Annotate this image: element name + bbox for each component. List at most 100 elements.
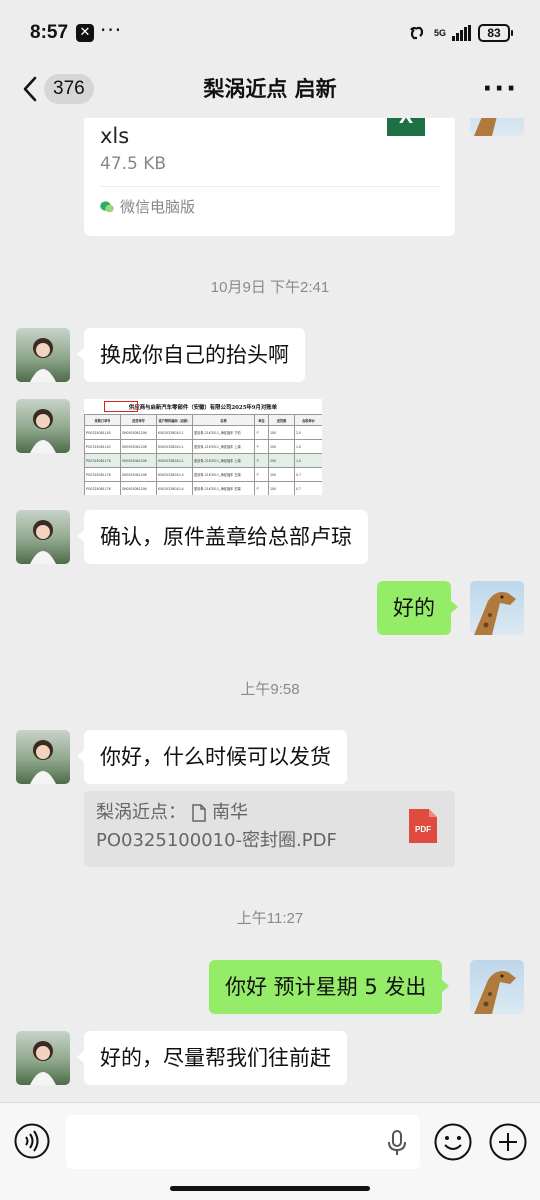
file-message-card[interactable]: xls 47.5 KB X 微信电脑版: [84, 118, 455, 236]
table-cell: K502032B010-1: [156, 425, 193, 440]
statement-table: 采购订单号 送货单号 客户物料编码（启新） 名称 单位 送货数 含税单价 PO0…: [84, 414, 322, 495]
home-indicator: [170, 1186, 370, 1191]
table-cell: PO0325081145: [84, 439, 121, 454]
timestamp: 上午11:27: [236, 910, 304, 927]
giraffe-avatar-icon: [474, 118, 497, 136]
battery-icon: 83: [478, 24, 513, 42]
file-divider: [100, 186, 439, 187]
table-header-cell: 含税单价: [294, 414, 322, 426]
file-name: xls: [100, 124, 130, 148]
table-row: PO0325081145 SH0925081206 K502032B010-1 密封条…: [84, 425, 322, 440]
girl-avatar-icon: [30, 740, 56, 784]
file-size-label: 47.5 KB: [100, 154, 167, 174]
table-cell: K502032B010-4: [156, 481, 193, 495]
wechat-icon: [100, 200, 114, 212]
quote-file-name: 南华: [212, 802, 248, 823]
highlight-box: [104, 401, 138, 412]
table-cell: 0.7: [294, 481, 322, 495]
link-icon: [410, 26, 423, 40]
message-bubble-self[interactable]: 你好 预计星期 5 发出: [209, 960, 450, 1014]
timestamp: 10月9日 下午2:41: [210, 279, 330, 296]
avatar-contact[interactable]: [16, 328, 70, 382]
table-cell: 密封条-21K3511_海尼福车 右端: [192, 481, 255, 495]
table-cell: SH0925081206: [120, 453, 157, 468]
table-cell: SH0925081206: [120, 425, 157, 440]
table-cell: K502032B010-4: [156, 467, 193, 482]
table-cell: 100: [268, 467, 295, 482]
table-cell: PO0325081176: [84, 481, 121, 495]
table-cell: 2.0: [294, 425, 322, 440]
avatar-contact[interactable]: [16, 510, 70, 564]
quote-sender: 梨涡近点：: [96, 802, 186, 823]
avatar-self[interactable]: [470, 960, 524, 1014]
giraffe-avatar-icon: [474, 971, 516, 1014]
table-header-cell: 送货单号: [120, 414, 157, 426]
table-header-row: 采购订单号 送货单号 客户物料编码（启新） 名称 单位 送货数 含税单价: [84, 414, 322, 426]
chat-header: 376 梨涡近点 启新 ···: [0, 60, 540, 118]
file-source-label: 微信电脑版: [120, 198, 196, 216]
pdf-file-icon: PDF: [409, 809, 437, 843]
table-cell: 1.0: [294, 453, 322, 468]
message-bubble[interactable]: 换成你自己的抬头啊: [77, 328, 305, 382]
table-cell: 个: [254, 453, 269, 468]
plus-icon[interactable]: [489, 1123, 527, 1161]
quoted-file-block[interactable]: 梨涡近点： 南华 PO0325100010-密封圈.PDF PDF: [84, 791, 455, 867]
emoji-icon[interactable]: [434, 1123, 472, 1161]
table-cell: 个: [254, 425, 269, 440]
status-bar: 8:57 ✕ ··· 5G 83: [0, 0, 540, 66]
message-input[interactable]: [66, 1115, 420, 1169]
chat-title: 梨涡近点 启新: [203, 77, 337, 101]
message-list[interactable]: xls 47.5 KB X 微信电脑版 10月9日 下午2:41 换成你自己的抬…: [0, 118, 540, 1102]
voice-icon[interactable]: [14, 1123, 50, 1159]
avatar-contact[interactable]: [16, 1031, 70, 1085]
more-options-icon[interactable]: ···: [482, 76, 518, 102]
table-header-cell: 送货数: [268, 414, 295, 426]
table-cell: 个: [254, 481, 269, 495]
table-cell: 100: [268, 439, 295, 454]
xls-file-icon: X: [387, 118, 425, 136]
table-cell: K502032B010-1: [156, 453, 193, 468]
message-bubble-self[interactable]: 好的: [377, 581, 458, 635]
avatar-contact[interactable]: [16, 399, 70, 453]
table-cell: 密封条-21K3511_海尼福车 上端: [192, 453, 255, 468]
girl-avatar-icon: [30, 409, 56, 453]
quote-line-1: 梨涡近点： 南华: [96, 799, 443, 827]
table-cell: SH0925081206: [120, 481, 157, 495]
file-icon: [192, 804, 206, 822]
table-header-cell: 采购订单号: [84, 414, 121, 426]
message-bubble[interactable]: 好的，尽量帮我们往前赶: [77, 1031, 347, 1085]
table-cell: 密封条-21K3511_海尼福车 下前: [192, 425, 255, 440]
table-row: PO0325081145 SH0925081206 K502032B010-1 密封条…: [84, 439, 322, 454]
table-cell: SH0925081206: [120, 467, 157, 482]
table-cell: PO0325081176: [84, 453, 121, 468]
avatar-self[interactable]: [470, 118, 524, 136]
table-cell: 0.7: [294, 467, 322, 482]
girl-avatar-icon: [30, 338, 56, 382]
quote-file-line2: PO0325100010-密封圈.PDF: [96, 830, 337, 851]
table-cell: SH0925081206: [120, 439, 157, 454]
message-bubble[interactable]: 确认，原件盖章给总部卢琼: [77, 510, 368, 564]
table-row: PO0325081176 SH0925081206 K502032B010-4 密封条…: [84, 467, 322, 482]
avatar-contact[interactable]: [16, 730, 70, 784]
avatar-self[interactable]: [470, 581, 524, 635]
status-time: 8:57: [30, 22, 69, 43]
file-source: 微信电脑版: [100, 196, 195, 217]
table-cell: 密封条-21K3511_海尼福车 左端: [192, 467, 255, 482]
table-cell: 200: [268, 453, 295, 468]
table-cell: PO0325081176: [84, 467, 121, 482]
table-header-cell: 客户物料编码（启新）: [156, 414, 193, 426]
table-cell: 1.0: [294, 439, 322, 454]
girl-avatar-icon: [30, 1041, 56, 1085]
table-cell: K502032B010-1: [156, 439, 193, 454]
table-cell: 个: [254, 467, 269, 482]
signal-icon: [452, 25, 471, 41]
image-message[interactable]: 供应商与启新汽车零部件（安徽）有限公司2025年9月对账单 采购订单号 送货单号…: [84, 399, 322, 495]
table-row: PO0325081176 SH0925081206 K502032B010-1 密封条…: [84, 453, 322, 468]
message-bubble[interactable]: 你好，什么时候可以发货: [77, 730, 347, 784]
timestamp: 上午9:58: [240, 681, 300, 698]
microphone-icon[interactable]: [386, 1130, 408, 1156]
table-header-cell: 名称: [192, 414, 255, 426]
table-cell: 个: [254, 439, 269, 454]
table-cell: 100: [268, 425, 295, 440]
girl-avatar-icon: [30, 520, 56, 564]
